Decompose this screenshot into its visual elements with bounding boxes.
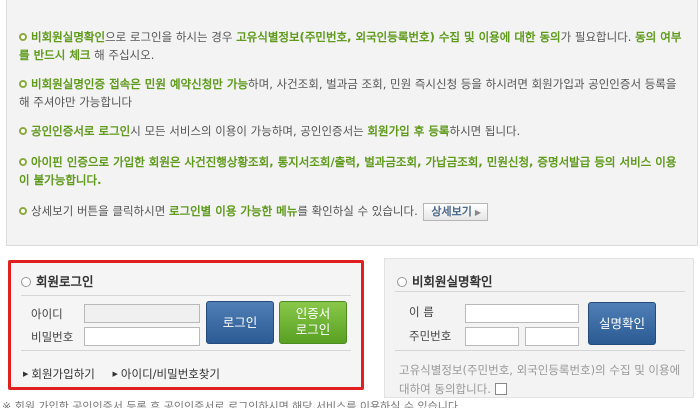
- password-input[interactable]: [84, 327, 200, 346]
- notice-panel: 비회원실명확인으로 로그인을 하시는 경우 고유식별정보(주민번호, 외국인등록…: [6, 0, 698, 246]
- name-input[interactable]: [465, 304, 579, 323]
- notice-item-5: 상세보기 버튼을 클릭하시면 로그인별 이용 가능한 메뉴를 확인하실 수 있습…: [19, 202, 683, 221]
- notice-highlight: 비회원실명확인: [31, 30, 106, 44]
- notice-item-3: 공인인증서로 로그인시 모든 서비스의 이용이 가능하며, 공인인증서는 회원가…: [19, 122, 683, 140]
- login-links: ▶ 회원가입하기 ▶ 아이디/비밀번호찾기: [23, 366, 234, 382]
- triangle-right-icon: ▶: [112, 370, 118, 378]
- notice-item-1: 비회원실명확인으로 로그인을 하시는 경우 고유식별정보(주민번호, 외국인등록…: [19, 28, 683, 64]
- find-account-label: 아이디/비밀번호찾기: [120, 367, 221, 381]
- member-login-form: 아이디 비밀번호 로그인 인증서 로그인: [21, 295, 351, 351]
- guest-verify-title-text: 비회원실명확인: [412, 274, 493, 289]
- circle-icon: [397, 277, 407, 287]
- notice-text: 를 확인하실 수 있습니다.: [297, 204, 418, 218]
- bullet-icon: [19, 33, 27, 41]
- bullet-icon: [19, 80, 27, 88]
- notice-text: 하시면 됩니다.: [449, 124, 521, 138]
- notice-text: 시 모든 서비스의 이용이 가능하며, 공인인증서는: [130, 124, 368, 138]
- consent-checkbox[interactable]: [494, 383, 507, 395]
- chevron-right-icon: ▶: [474, 207, 482, 217]
- notice-text: 해 주십시오.: [90, 48, 155, 62]
- notice-text: 상세보기 버튼을 클릭하시면: [31, 204, 169, 218]
- triangle-right-icon: ▶: [23, 370, 29, 378]
- notice-highlight: 아이핀 인증으로 가입한 회원은 사건진행상황조회, 통지서조회/출력, 벌과금…: [19, 155, 677, 187]
- rrn-label: 주민번호: [409, 329, 452, 343]
- circle-icon: [21, 277, 31, 287]
- bullet-icon: [19, 158, 27, 166]
- guest-verify-title: 비회원실명확인: [397, 271, 493, 290]
- notice-highlight: 비회원실명인증 접속은 민원 예약신청만 가능: [31, 77, 249, 91]
- cert-login-label-1: 인증서: [295, 306, 331, 321]
- cert-login-button[interactable]: 인증서 로그인: [279, 301, 347, 344]
- notice-highlight: 회원가입 후 등록: [367, 124, 450, 138]
- guest-verify-panel: 비회원실명확인 이 름 주민번호 실명확인 고유식별정보(주민번호, 외국인등록…: [384, 258, 694, 398]
- guest-verify-form: 이 름 주민번호 실명확인: [395, 291, 685, 351]
- notice-highlight: 고유식별정보(주민번호, 외국인등록번호) 수집 및 이용에 대한 동의: [236, 30, 561, 44]
- join-link[interactable]: ▶ 회원가입하기: [23, 366, 95, 382]
- detail-view-label: 상세보기: [431, 204, 472, 218]
- join-link-label: 회원가입하기: [31, 367, 95, 381]
- notice-text: 으로 로그인을 하시는 경우: [105, 30, 237, 44]
- id-input[interactable]: [84, 304, 200, 323]
- name-label: 이 름: [409, 305, 434, 319]
- verify-button[interactable]: 실명확인: [588, 302, 656, 345]
- bullet-icon: [19, 127, 27, 135]
- detail-view-button[interactable]: 상세보기 ▶: [423, 202, 489, 221]
- rrn-front-input[interactable]: [465, 327, 519, 346]
- rrn-back-input[interactable]: [525, 327, 579, 346]
- footer-note: ※ 회원 가입한 공인인증서 등록 후 공인인증서로 로그인하시면 해당 서비스…: [2, 400, 462, 408]
- notice-highlight: 공인인증서로 로그인: [31, 124, 131, 138]
- member-login-title: 회원로그인: [21, 271, 94, 290]
- find-account-link[interactable]: ▶ 아이디/비밀번호찾기: [113, 366, 220, 382]
- login-button[interactable]: 로그인: [206, 301, 274, 344]
- notice-highlight: 로그인별 이용 가능한 메뉴: [168, 204, 298, 218]
- password-label: 비밀번호: [31, 330, 74, 344]
- id-label: 아이디: [31, 307, 63, 321]
- member-login-panel: 회원로그인 아이디 비밀번호 로그인 인증서 로그인 ▶ 회원가입하기 ▶ 아이디/…: [8, 260, 364, 390]
- notice-item-4: 아이핀 인증으로 가입한 회원은 사건진행상황조회, 통지서조회/출력, 벌과금…: [19, 153, 683, 189]
- notice-text: 가 필요합니다.: [560, 30, 636, 44]
- notice-item-2: 비회원실명인증 접속은 민원 예약신청만 가능하며, 사건조회, 벌과금 조회,…: [19, 75, 683, 111]
- bullet-icon: [19, 207, 27, 215]
- consent-text: 고유식별정보(주민번호, 외국인등록번호)의 수집 및 이용에 대하여 동의합니…: [399, 363, 681, 396]
- cert-login-label-2: 로그인: [295, 322, 331, 337]
- member-login-title-text: 회원로그인: [36, 274, 94, 289]
- consent-row: 고유식별정보(주민번호, 외국인등록번호)의 수집 및 이용에 대하여 동의합니…: [399, 361, 683, 399]
